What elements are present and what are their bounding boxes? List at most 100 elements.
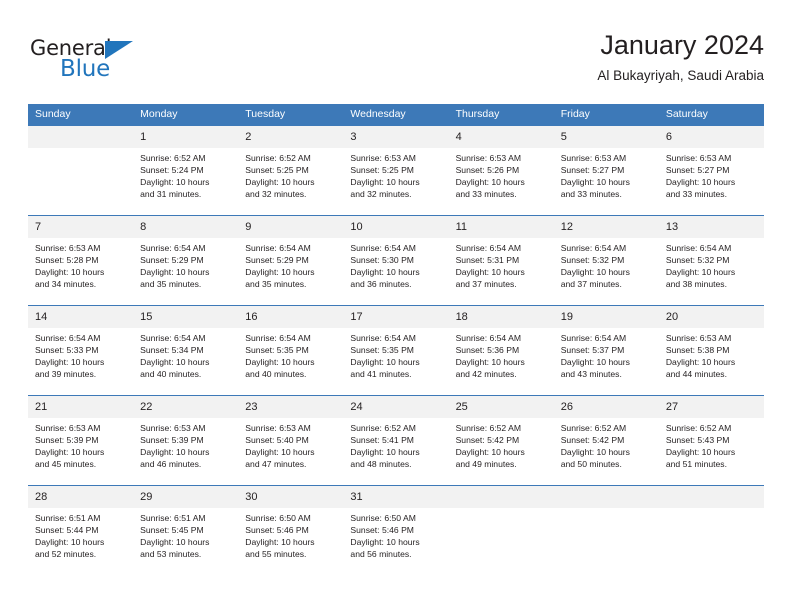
day-number: 19 (553, 306, 659, 328)
sunset-line: Sunset: 5:46 PM (245, 525, 309, 536)
daylight-line-1: Daylight: 10 hours (245, 537, 315, 548)
day-info: Sunrise: 6:54 AM Sunset: 5:29 PM Dayligh… (238, 238, 343, 290)
day-cell[interactable]: 8 Sunrise: 6:54 AM Sunset: 5:29 PM Dayli… (133, 215, 239, 306)
day-cell[interactable]: 13 Sunrise: 6:54 AM Sunset: 5:32 PM Dayl… (658, 215, 764, 306)
sunrise-line: Sunrise: 6:52 AM (140, 153, 206, 163)
day-cell[interactable]: 23 Sunrise: 6:53 AM Sunset: 5:40 PM Dayl… (238, 395, 344, 486)
day-cell[interactable]: 9 Sunrise: 6:54 AM Sunset: 5:29 PM Dayli… (238, 215, 344, 306)
day-info: Sunrise: 6:53 AM Sunset: 5:39 PM Dayligh… (133, 418, 238, 470)
sunset-line: Sunset: 5:34 PM (140, 345, 204, 356)
sunset-line: Sunset: 5:37 PM (560, 345, 625, 356)
sunrise-line: Sunrise: 6:54 AM (245, 243, 311, 253)
day-number: 3 (343, 126, 449, 148)
sunrise-line: Sunrise: 6:53 AM (665, 153, 732, 163)
day-cell[interactable]: 4 Sunrise: 6:53 AM Sunset: 5:26 PM Dayli… (448, 125, 554, 216)
day-cell[interactable]: 29 Sunrise: 6:51 AM Sunset: 5:45 PM Dayl… (133, 485, 239, 576)
day-cell[interactable]: 6 Sunrise: 6:53 AM Sunset: 5:27 PM Dayli… (658, 125, 764, 216)
day-number: 12 (553, 216, 659, 238)
sunrise-line: Sunrise: 6:54 AM (455, 333, 522, 343)
day-cell[interactable]: 17 Sunrise: 6:54 AM Sunset: 5:35 PM Dayl… (343, 305, 449, 396)
day-number (658, 486, 764, 508)
sunset-line: Sunset: 5:26 PM (455, 165, 520, 176)
sunrise-line: Sunrise: 6:54 AM (35, 333, 101, 343)
day-cell[interactable]: 3 Sunrise: 6:53 AM Sunset: 5:25 PM Dayli… (343, 125, 449, 216)
day-cell[interactable]: 2 Sunrise: 6:52 AM Sunset: 5:25 PM Dayli… (238, 125, 344, 216)
day-info (28, 148, 133, 152)
daylight-line-1: Daylight: 10 hours (665, 447, 736, 458)
day-number: 31 (343, 486, 449, 508)
day-cell[interactable]: 21 Sunrise: 6:53 AM Sunset: 5:39 PM Dayl… (28, 395, 134, 486)
day-cell[interactable]: 18 Sunrise: 6:54 AM Sunset: 5:36 PM Dayl… (448, 305, 554, 396)
daylight-line-2: and 40 minutes. (140, 369, 202, 380)
weekday-header-friday: Friday (553, 104, 659, 126)
day-number: 23 (238, 396, 344, 418)
day-number: 29 (133, 486, 239, 508)
day-cell[interactable]: 7 Sunrise: 6:53 AM Sunset: 5:28 PM Dayli… (28, 215, 134, 306)
day-cell[interactable]: 16 Sunrise: 6:54 AM Sunset: 5:35 PM Dayl… (238, 305, 344, 396)
day-info: Sunrise: 6:54 AM Sunset: 5:35 PM Dayligh… (343, 328, 448, 380)
daylight-line-2: and 31 minutes. (140, 189, 202, 200)
day-cell[interactable]: 30 Sunrise: 6:50 AM Sunset: 5:46 PM Dayl… (238, 485, 344, 576)
sunset-line: Sunset: 5:45 PM (140, 525, 204, 536)
daylight-line-2: and 44 minutes. (665, 369, 727, 380)
sunrise-line: Sunrise: 6:54 AM (245, 333, 311, 343)
day-cell[interactable]: 5 Sunrise: 6:53 AM Sunset: 5:27 PM Dayli… (553, 125, 659, 216)
day-cell[interactable] (28, 125, 134, 216)
day-info: Sunrise: 6:53 AM Sunset: 5:27 PM Dayligh… (554, 148, 659, 200)
day-number: 10 (343, 216, 449, 238)
generalblue-logo[interactable]: General Blue (30, 36, 190, 88)
day-info: Sunrise: 6:53 AM Sunset: 5:26 PM Dayligh… (449, 148, 554, 200)
sunset-line: Sunset: 5:32 PM (560, 255, 625, 266)
day-info (554, 508, 659, 512)
sunset-line: Sunset: 5:25 PM (245, 165, 309, 176)
daylight-line-2: and 41 minutes. (350, 369, 412, 380)
day-cell[interactable] (553, 485, 659, 576)
day-info: Sunrise: 6:54 AM Sunset: 5:32 PM Dayligh… (554, 238, 659, 290)
daylight-line-2: and 34 minutes. (35, 279, 97, 290)
daylight-line-1: Daylight: 10 hours (560, 267, 630, 278)
day-info: Sunrise: 6:50 AM Sunset: 5:46 PM Dayligh… (343, 508, 448, 560)
day-info: Sunrise: 6:54 AM Sunset: 5:37 PM Dayligh… (554, 328, 659, 380)
day-info: Sunrise: 6:52 AM Sunset: 5:25 PM Dayligh… (238, 148, 343, 200)
day-info: Sunrise: 6:54 AM Sunset: 5:30 PM Dayligh… (343, 238, 448, 290)
sunset-line: Sunset: 5:35 PM (245, 345, 309, 356)
sunset-line: Sunset: 5:39 PM (140, 435, 204, 446)
day-cell[interactable]: 10 Sunrise: 6:54 AM Sunset: 5:30 PM Dayl… (343, 215, 449, 306)
sunset-line: Sunset: 5:28 PM (35, 255, 99, 266)
calendar-body: 1 Sunrise: 6:52 AM Sunset: 5:24 PM Dayli… (28, 125, 764, 576)
page-subtitle: Al Bukayriyah, Saudi Arabia (597, 68, 764, 83)
daylight-line-1: Daylight: 10 hours (35, 267, 105, 278)
daylight-line-1: Daylight: 10 hours (455, 357, 525, 368)
day-info: Sunrise: 6:50 AM Sunset: 5:46 PM Dayligh… (238, 508, 343, 560)
day-cell[interactable]: 20 Sunrise: 6:53 AM Sunset: 5:38 PM Dayl… (658, 305, 764, 396)
daylight-line-1: Daylight: 10 hours (140, 267, 210, 278)
day-cell[interactable] (658, 485, 764, 576)
day-cell[interactable]: 31 Sunrise: 6:50 AM Sunset: 5:46 PM Dayl… (343, 485, 449, 576)
day-cell[interactable]: 12 Sunrise: 6:54 AM Sunset: 5:32 PM Dayl… (553, 215, 659, 306)
day-cell[interactable]: 24 Sunrise: 6:52 AM Sunset: 5:41 PM Dayl… (343, 395, 449, 486)
day-number (448, 486, 554, 508)
day-number: 13 (658, 216, 764, 238)
day-cell[interactable]: 1 Sunrise: 6:52 AM Sunset: 5:24 PM Dayli… (133, 125, 239, 216)
day-cell[interactable] (448, 485, 554, 576)
day-cell[interactable]: 11 Sunrise: 6:54 AM Sunset: 5:31 PM Dayl… (448, 215, 554, 306)
sunset-line: Sunset: 5:43 PM (665, 435, 730, 446)
day-number: 8 (133, 216, 239, 238)
day-cell[interactable]: 27 Sunrise: 6:52 AM Sunset: 5:43 PM Dayl… (658, 395, 764, 486)
day-number: 26 (553, 396, 659, 418)
day-cell[interactable]: 25 Sunrise: 6:52 AM Sunset: 5:42 PM Dayl… (448, 395, 554, 486)
sunset-line: Sunset: 5:42 PM (455, 435, 520, 446)
day-info: Sunrise: 6:53 AM Sunset: 5:25 PM Dayligh… (343, 148, 448, 200)
day-info: Sunrise: 6:54 AM Sunset: 5:35 PM Dayligh… (238, 328, 343, 380)
day-cell[interactable]: 22 Sunrise: 6:53 AM Sunset: 5:39 PM Dayl… (133, 395, 239, 486)
day-info: Sunrise: 6:53 AM Sunset: 5:38 PM Dayligh… (659, 328, 764, 380)
day-cell[interactable]: 28 Sunrise: 6:51 AM Sunset: 5:44 PM Dayl… (28, 485, 134, 576)
day-cell[interactable]: 15 Sunrise: 6:54 AM Sunset: 5:34 PM Dayl… (133, 305, 239, 396)
day-cell[interactable]: 26 Sunrise: 6:52 AM Sunset: 5:42 PM Dayl… (553, 395, 659, 486)
daylight-line-2: and 56 minutes. (350, 549, 412, 560)
sunset-line: Sunset: 5:25 PM (350, 165, 414, 176)
day-info: Sunrise: 6:53 AM Sunset: 5:40 PM Dayligh… (238, 418, 343, 470)
day-cell[interactable]: 19 Sunrise: 6:54 AM Sunset: 5:37 PM Dayl… (553, 305, 659, 396)
day-cell[interactable]: 14 Sunrise: 6:54 AM Sunset: 5:33 PM Dayl… (28, 305, 134, 396)
sunset-line: Sunset: 5:42 PM (560, 435, 625, 446)
